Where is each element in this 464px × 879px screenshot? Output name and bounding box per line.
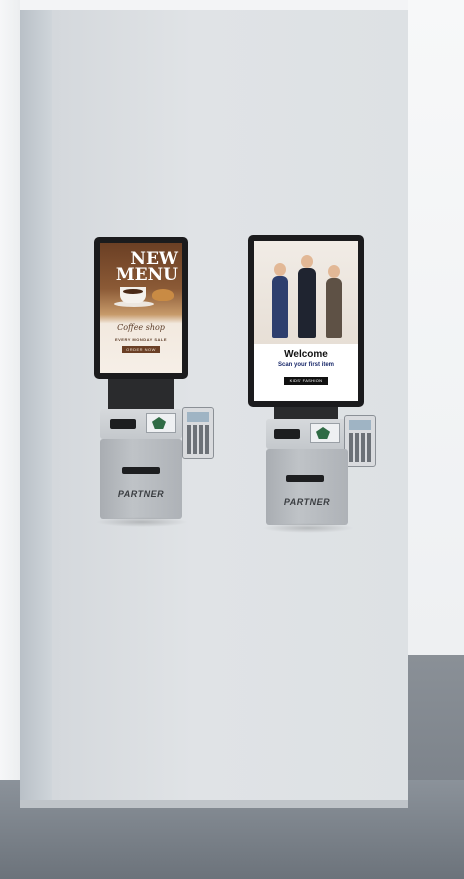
kiosk-left-shadow <box>96 517 188 527</box>
scanner-logo-icon <box>316 427 330 439</box>
kiosk-left-lower-body: PARTNER <box>100 439 182 519</box>
background-right <box>408 0 464 660</box>
kid-head-center <box>301 255 313 268</box>
coffee-cup-image <box>120 287 146 303</box>
kiosk-left: NEW MENU Coffee shop EVERY MONDAY SALE O… <box>92 237 222 527</box>
wall-side-face <box>20 10 52 805</box>
welcome-title: Welcome <box>284 349 328 360</box>
kid-figure-center <box>298 268 316 338</box>
coffee-sale-subtitle: EVERY MONDAY SALE <box>114 337 168 342</box>
kiosk-scene: NEW MENU Coffee shop EVERY MONDAY SALE O… <box>0 0 464 879</box>
kiosk-right-lower-body: PARTNER <box>266 449 348 525</box>
barcode-scanner[interactable] <box>310 423 340 443</box>
scan-instruction: Scan your first item <box>277 362 334 368</box>
kid-head-right <box>328 265 340 278</box>
new-menu-headline: NEW MENU <box>100 251 178 285</box>
store-button[interactable]: KIDS' FASHION STORE <box>284 377 328 391</box>
terminal-keypad[interactable] <box>187 425 209 454</box>
kiosk-right-shadow <box>262 523 354 533</box>
kiosk-right-neck <box>274 407 338 419</box>
scanner-logo-icon <box>152 417 166 429</box>
kiosk-right-screen-frame: Welcome Scan your first item KIDS' FASHI… <box>248 235 364 407</box>
brand-logo: PARTNER <box>117 489 165 499</box>
kiosk-left-upper-body <box>100 409 182 439</box>
kiosk-left-screen-frame: NEW MENU Coffee shop EVERY MONDAY SALE O… <box>94 237 188 379</box>
wall-base <box>20 800 408 808</box>
kiosk-right: Welcome Scan your first item KIDS' FASHI… <box>246 235 382 535</box>
receipt-slot <box>274 429 300 439</box>
headline-line2: MENU <box>115 265 178 285</box>
payment-terminal[interactable] <box>344 415 376 467</box>
terminal-screen <box>187 412 209 422</box>
coffee-shop-title: Coffee shop <box>117 323 165 332</box>
welcome-screen[interactable]: Welcome Scan your first item KIDS' FASHI… <box>254 241 358 401</box>
receipt-slot <box>110 419 136 429</box>
coffee-ad-screen[interactable]: NEW MENU Coffee shop EVERY MONDAY SALE O… <box>100 243 182 373</box>
order-now-button[interactable]: ORDER NOW <box>122 346 160 353</box>
payment-terminal[interactable] <box>182 407 214 459</box>
card-dispenser-slot <box>286 475 324 482</box>
croissant-image <box>152 289 174 301</box>
barcode-scanner[interactable] <box>146 413 176 433</box>
kid-head-left <box>274 263 286 276</box>
kids-fashion-photo <box>254 241 358 344</box>
card-dispenser-slot <box>122 467 160 474</box>
kid-figure-right <box>326 278 342 338</box>
brand-logo: PARTNER <box>283 497 331 507</box>
kiosk-right-upper-body <box>266 419 348 449</box>
kid-figure-left <box>272 276 288 338</box>
terminal-keypad[interactable] <box>349 433 371 462</box>
background-left <box>0 0 20 879</box>
kiosk-left-neck <box>108 379 174 409</box>
terminal-screen <box>349 420 371 430</box>
